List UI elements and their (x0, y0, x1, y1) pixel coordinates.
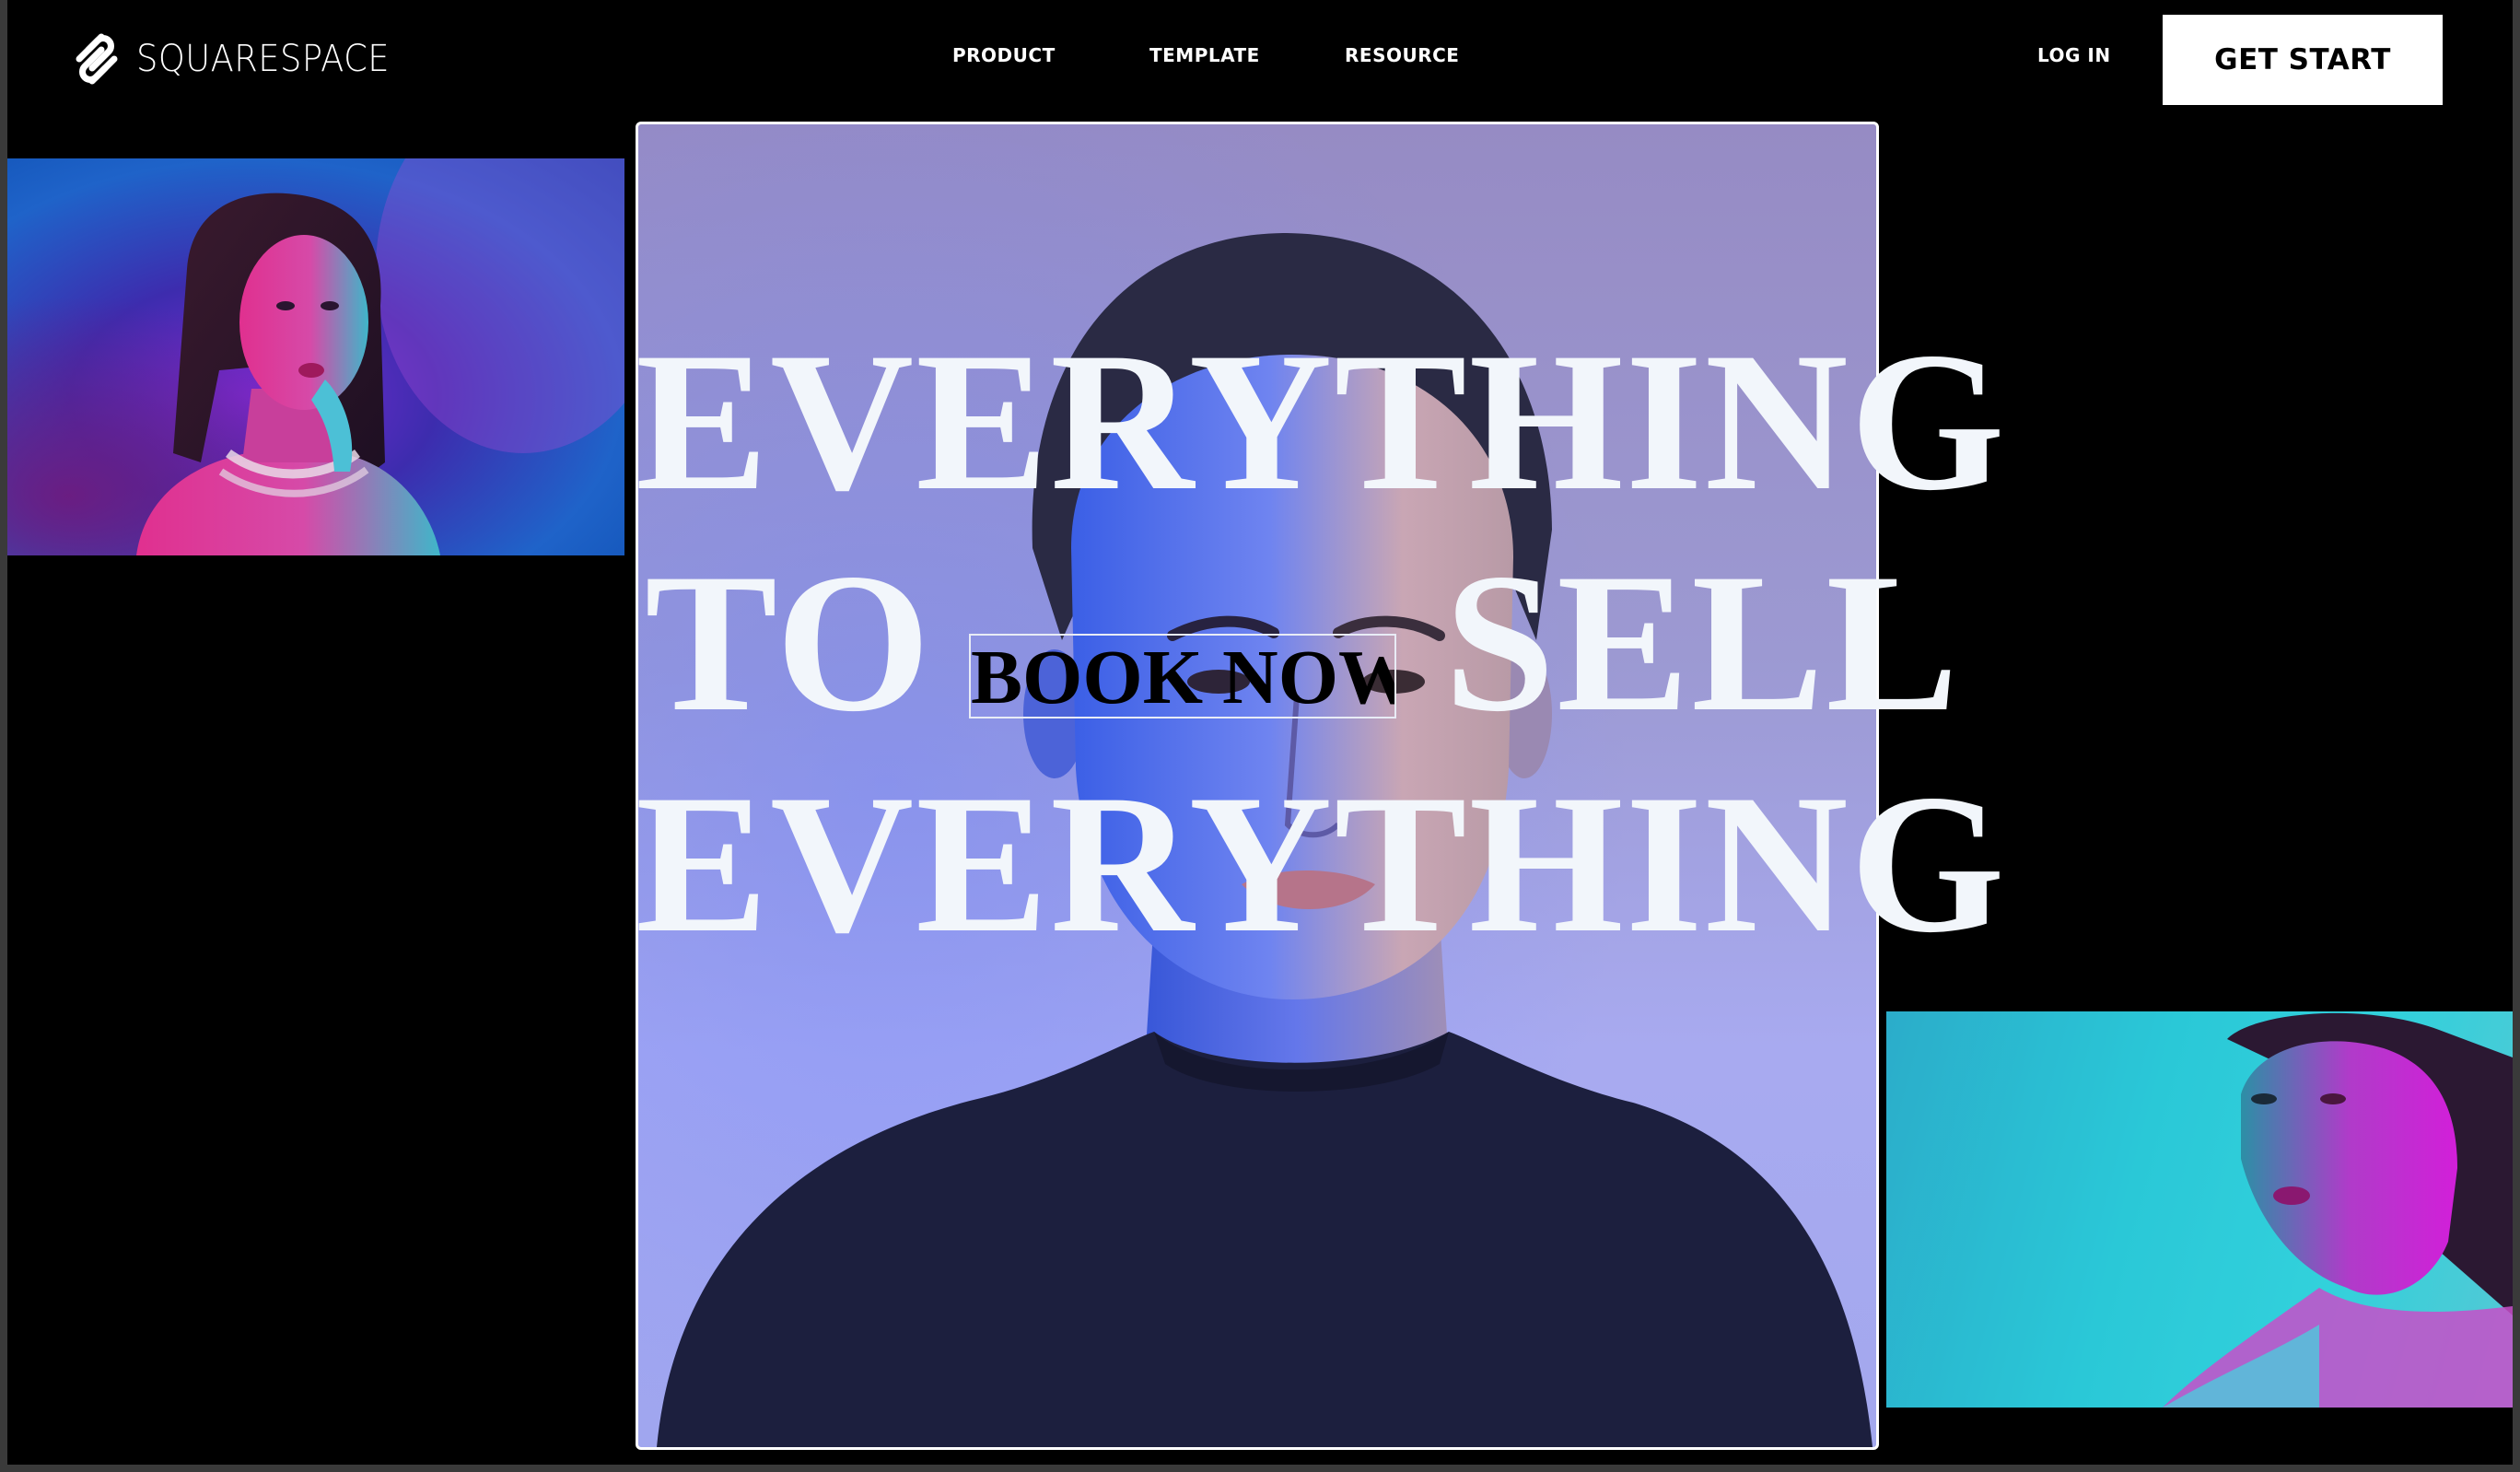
nav-product[interactable]: PRODUCT (952, 44, 1056, 66)
nav-resource[interactable]: RESOURCE (1345, 44, 1459, 66)
brand-name: SQUARESPACE (136, 38, 390, 80)
get-start-button[interactable]: GET START (2163, 15, 2443, 105)
book-now-button[interactable]: BOOK NOW (969, 634, 1396, 718)
portrait-photo-left (7, 158, 624, 555)
brand-logo[interactable]: SQUARESPACE (70, 28, 412, 90)
nav-template[interactable]: TEMPLATE (1149, 44, 1260, 66)
hero-headline-to: TO (645, 532, 933, 753)
squarespace-logo-icon (76, 33, 118, 85)
landing-page: SQUARESPACE PRODUCT TEMPLATE RESOURCE LO… (7, 0, 2513, 1465)
login-link[interactable]: LOG IN (2037, 44, 2111, 66)
hero-headline-line3: EVERYTHING (636, 754, 2007, 974)
hero-headline-sell: SELL (1444, 532, 1961, 753)
portrait-left-image (7, 158, 624, 555)
portrait-photo-right (1886, 1011, 2513, 1408)
hero-headline-line1: EVERYTHING (636, 311, 2007, 532)
portrait-right-image (1886, 1011, 2513, 1408)
